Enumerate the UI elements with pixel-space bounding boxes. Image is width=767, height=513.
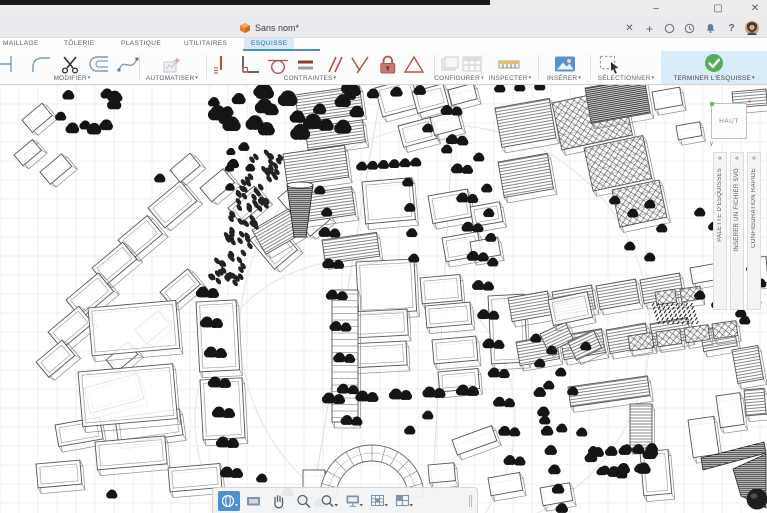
grid-snaps-button[interactable]	[368, 491, 390, 511]
navbar-handle[interactable]	[469, 495, 472, 507]
parallel-icon[interactable]	[322, 54, 346, 74]
minimize-button[interactable]: –	[648, 1, 664, 16]
equal-icon[interactable]	[294, 54, 318, 74]
background-window-strip	[0, 0, 490, 5]
fillet-icon[interactable]	[30, 54, 54, 74]
document-title: Sans nom*	[255, 23, 299, 33]
insert-image-icon[interactable]	[553, 54, 577, 74]
zoom-icon	[294, 492, 314, 510]
viewcube-face-top: HAUT	[719, 118, 739, 125]
collapse-icon: «	[718, 155, 722, 163]
selectionner-menu[interactable]: SÉLECTIONNER▾	[598, 75, 655, 82]
tab-utilitaires[interactable]: UTILITAIRES	[184, 40, 227, 47]
contraintes-menu[interactable]: CONTRAINTES▾	[284, 75, 337, 82]
offset-icon[interactable]	[88, 54, 112, 74]
panel-label: CONFIGURATION RAPIDE	[751, 168, 757, 248]
tab-maillage[interactable]: MAILLAGE	[3, 40, 39, 47]
spline-icon[interactable]	[116, 54, 140, 74]
viewports-icon	[394, 492, 414, 510]
fit-icon	[319, 492, 339, 510]
tab-plastique[interactable]: PLASTIQUE	[121, 40, 161, 47]
fit-button[interactable]	[318, 491, 340, 511]
divider	[538, 55, 539, 79]
close-button[interactable]: ✕	[747, 1, 763, 16]
navigation-bar	[212, 487, 478, 513]
inspecter-menu[interactable]: INSPECTER▾	[489, 75, 532, 82]
display-settings-button[interactable]	[343, 491, 365, 511]
document-tab[interactable]: Sans nom*	[232, 18, 307, 38]
tangent-icon[interactable]	[266, 54, 290, 74]
job-status-icon[interactable]	[662, 21, 677, 36]
look-at-button[interactable]	[243, 491, 265, 511]
panel-label: INSÉRER UN FICHIER SVG	[734, 168, 740, 252]
divider	[206, 55, 207, 79]
viewcube-axis-x: x	[748, 99, 751, 105]
recent-activity-icon[interactable]	[682, 21, 697, 36]
divider	[481, 55, 482, 79]
document-tabstrip: Sans nom* ✕ + ?	[0, 18, 767, 38]
vertical-constraint-icon[interactable]	[210, 54, 234, 74]
grid-snaps-icon	[369, 492, 389, 510]
finish-sketch-button[interactable]: TERMINER L'ESQUISSE▾	[661, 51, 767, 84]
pan-button[interactable]	[268, 491, 290, 511]
look-at-icon	[244, 492, 264, 510]
sketch-toolbar: MODIFIER▾ AUTOMATISER▾ CONTRAINTES▾ CONF…	[0, 51, 767, 85]
fix-lock-icon[interactable]	[376, 54, 400, 74]
select-window-icon[interactable]	[598, 54, 622, 74]
maximize-button[interactable]: ▢	[710, 1, 726, 16]
zoom-button[interactable]	[293, 491, 315, 511]
display-settings-icon	[344, 492, 364, 510]
panel-tab-insert-svg[interactable]: « INSÉRER UN FICHIER SVG	[730, 152, 744, 310]
fusion-document-icon	[240, 23, 250, 33]
configurer-menu[interactable]: CONFIGURER▾	[434, 75, 483, 82]
viewcube[interactable]: HAUT x y	[711, 103, 747, 139]
divider	[590, 55, 591, 79]
sketch-canvas[interactable]	[0, 85, 767, 513]
help-button[interactable]: ?	[724, 21, 739, 36]
new-tab-button[interactable]: +	[642, 21, 657, 36]
collapse-icon: «	[752, 155, 756, 163]
notifications-icon[interactable]	[703, 21, 718, 36]
polygon-icon[interactable]	[402, 54, 426, 74]
inserer-menu[interactable]: INSÉRER▾	[547, 75, 581, 82]
tab-tolerie[interactable]: TÔLERIE	[64, 40, 95, 47]
coincident-icon[interactable]	[348, 54, 372, 74]
measure-icon[interactable]	[497, 54, 521, 74]
automate-icon[interactable]	[160, 54, 184, 74]
panel-tab-sketch-palette[interactable]: « PALETTE D'ESQUISSES	[713, 152, 727, 310]
viewports-button[interactable]	[393, 491, 415, 511]
orbit-icon	[219, 492, 239, 510]
sketch-dimension-icon[interactable]	[0, 54, 15, 74]
sketch-viewport[interactable]	[0, 85, 767, 513]
orbit-button[interactable]	[218, 491, 240, 511]
panel-label: PALETTE D'ESQUISSES	[717, 168, 723, 242]
configuration-icon[interactable]	[438, 54, 462, 74]
window-titlebar: – ▢ ✕	[0, 0, 767, 18]
trim-icon[interactable]	[58, 54, 82, 74]
viewcube-axis-dot	[710, 102, 714, 106]
perpendicular-icon[interactable]	[238, 54, 262, 74]
modifier-menu[interactable]: MODIFIER▾	[53, 75, 90, 82]
viewcube-axis-y: y	[710, 141, 713, 147]
panel-tab-quick-setup[interactable]: « CONFIGURATION RAPIDE	[747, 152, 761, 310]
divider	[139, 55, 140, 79]
collapse-icon: «	[735, 155, 739, 163]
finish-sketch-label: TERMINER L'ESQUISSE▾	[673, 75, 754, 82]
ribbon-menu: MAILLAGE TÔLERIE PLASTIQUE UTILITAIRES E…	[0, 38, 767, 51]
automatiser-menu[interactable]: AUTOMATISER▾	[146, 75, 198, 82]
close-tab-button[interactable]: ✕	[622, 21, 637, 36]
pan-hand-icon	[269, 492, 289, 510]
